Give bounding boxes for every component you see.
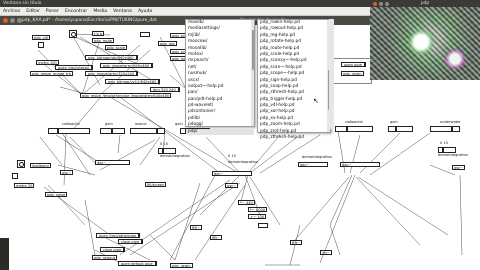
menu-media[interactable]: Media	[93, 7, 107, 15]
obj-dac-mid[interactable]: dac~	[212, 171, 252, 176]
obj-metro-20[interactable]: metro 20	[14, 183, 35, 188]
obj-pdp-scale[interactable]: pdp_scale	[105, 45, 127, 50]
obj-pdp-resize-image[interactable]: pdp_resize_image_trh	[30, 71, 74, 76]
obj-empty-mid[interactable]	[258, 223, 268, 228]
label-level-right: 0 15	[440, 141, 449, 145]
label-demo-right: demointegration	[438, 153, 468, 157]
pdp-video-frame	[370, 7, 480, 80]
help-file-item[interactable]: pdp_zthresh-help.pd	[258, 135, 330, 141]
obj-osc-right[interactable]: osc~	[452, 165, 466, 170]
slider-radioactiv-right[interactable]	[335, 126, 373, 132]
menu-poner[interactable]: Poner	[46, 7, 59, 15]
msg-bitmap-yv12-640[interactable]: pdp_bitmap/yv12/640x480	[105, 79, 161, 84]
video-highlight-1	[406, 29, 436, 55]
help-browser-scroll-gutter[interactable]	[329, 19, 334, 129]
toggle-metro-2[interactable]	[12, 173, 18, 179]
msg-image-grey-640[interactable]: pdp_image/grey/640x480	[100, 63, 154, 68]
label-demo-mid: demointegration	[228, 160, 258, 164]
label-lowcut-left: lowcut	[135, 122, 147, 126]
help-dir-item[interactable]: pdp/	[186, 128, 254, 136]
scrollbar-dir-list[interactable]	[251, 20, 254, 126]
obj-pdp-reg[interactable]: pdp_reg	[158, 41, 177, 46]
obj-dac-right[interactable]: dac~	[340, 162, 380, 167]
menu-ayuda[interactable]: Ayuda	[138, 7, 152, 15]
close-icon[interactable]	[3, 18, 8, 23]
obj-pdp-rawin[interactable]: pdp_rawin	[170, 263, 193, 268]
label-underwater-right: underwater	[440, 120, 461, 124]
video-highlight-2	[442, 49, 468, 69]
msg-open-pipe-right[interactable]: open pipe	[341, 62, 366, 67]
label-demo-right-2: demointegration	[302, 155, 332, 159]
obj-pdp-rawout[interactable]: pdp_rawout	[92, 255, 118, 260]
label-demo-left: demointegration	[160, 154, 190, 158]
label-gain-left: gain	[105, 122, 113, 126]
msg-image-grey-320[interactable]: pdp_image/grey/320x240	[85, 71, 139, 76]
label-gain2-left: gain	[175, 122, 183, 126]
obj-pdp-v4l[interactable]: pdp_v4l	[32, 35, 51, 40]
obj-pdp-route[interactable]: pdp_route	[92, 38, 115, 43]
obj-t-b-b[interactable]: t b b	[92, 31, 105, 36]
menu-archivo[interactable]: Archivo	[3, 7, 20, 15]
active-window-title: Ventana sin título	[3, 1, 42, 6]
slider-gain-right[interactable]	[388, 126, 413, 132]
obj-ifft-1[interactable]: ifft~	[210, 235, 222, 240]
label-level-mid: 0 15	[228, 154, 237, 158]
obj-add-100[interactable]: +~ 100	[248, 214, 267, 219]
pdp-output-window[interactable]: pdp	[370, 0, 480, 80]
obj-ffft-2[interactable]: ffft~	[290, 240, 303, 245]
menu-ventana[interactable]: Ventana	[113, 7, 132, 15]
menu-encontrar[interactable]: Encontrar	[65, 7, 87, 15]
obj-fill-screen[interactable]: fill/screen	[145, 182, 167, 187]
slider-lowcut-left[interactable]	[130, 128, 165, 134]
obj-pdp-resize-pipe[interactable]: pdp_resize /tmp/otherpipe /image/grey/64…	[80, 93, 172, 98]
launcher-bar	[0, 238, 9, 270]
bang-loadbang[interactable]	[17, 160, 25, 168]
msg-bitmap-rgb-640[interactable]: pdp_bitmap/rgb/640x480	[85, 55, 138, 60]
slider-radioactiv-left[interactable]	[48, 128, 90, 134]
label-radioactiv-left: radioactiv	[62, 122, 80, 126]
patch-window-title: pdp_KAA.pd* - /home/yupana/Escritorio/PI…	[22, 18, 157, 23]
menubar: Archivo Editar Poner Encontrar Media Ven…	[0, 7, 370, 16]
obj-ffft-1[interactable]: ffft~	[190, 225, 203, 230]
pdp-pane-fragment: open pipe pdp_rawin	[330, 58, 372, 84]
label-gain-right: gain	[390, 120, 398, 124]
obj-osc-mid[interactable]: osc~	[225, 183, 239, 188]
obj-mul-8000[interactable]: *~ 8000	[248, 207, 268, 212]
msg-dim-320-240[interactable]: dim 320 240	[150, 87, 180, 92]
pdp-window-title: pdp	[420, 1, 430, 6]
help-browser-file-list[interactable]: pdp_rawin-help.pd pdp_rawout-help.pd pdp_r…	[257, 19, 331, 140]
obj-pdp-noise[interactable]: pdp_noise	[45, 192, 68, 197]
obj-pdp-rawin-right[interactable]: pdp_rawin	[341, 71, 364, 76]
msg-close-pipe-2[interactable]: close pipe	[100, 247, 126, 252]
minimize-icon[interactable]	[10, 18, 15, 23]
label-level-left: 0 15	[160, 142, 169, 146]
label-radioactiv-right: radioactiv	[345, 120, 363, 124]
msg-open-pipe[interactable]: open /tmp/otherpipe	[96, 233, 141, 238]
bang-top[interactable]	[69, 30, 77, 38]
help-browser-dir-list[interactable]: maxlib/mediasettings/mjlib/moocow/moonli…	[185, 19, 255, 136]
obj-osc-left[interactable]: osc~	[60, 170, 74, 175]
msg-close-pipe[interactable]: close pipe	[118, 239, 144, 244]
msg-open-default-pipe[interactable]: open default pipe	[118, 261, 157, 266]
toggle-metro[interactable]	[38, 42, 44, 48]
obj-dac-left[interactable]: dac~	[95, 160, 130, 165]
mouse-cursor-icon: ↖	[313, 97, 319, 105]
slider-gain-left[interactable]	[100, 128, 125, 134]
obj-mul-440[interactable]: *~ 440	[238, 200, 255, 205]
obj-dac-right-2[interactable]: dac~	[298, 162, 328, 167]
menu-editar[interactable]: Editar	[26, 7, 40, 15]
window-controls	[3, 18, 22, 23]
obj-loadbang-2[interactable]: loadbang	[30, 163, 51, 168]
pdp-window-titlebar: pdp	[370, 0, 480, 7]
obj-empty-top[interactable]	[140, 32, 150, 37]
msg-open-video[interactable]: open /dev/video0	[55, 65, 94, 70]
slider-underwater-right[interactable]	[430, 126, 460, 132]
obj-ifft-2[interactable]: ifft~	[320, 250, 332, 255]
